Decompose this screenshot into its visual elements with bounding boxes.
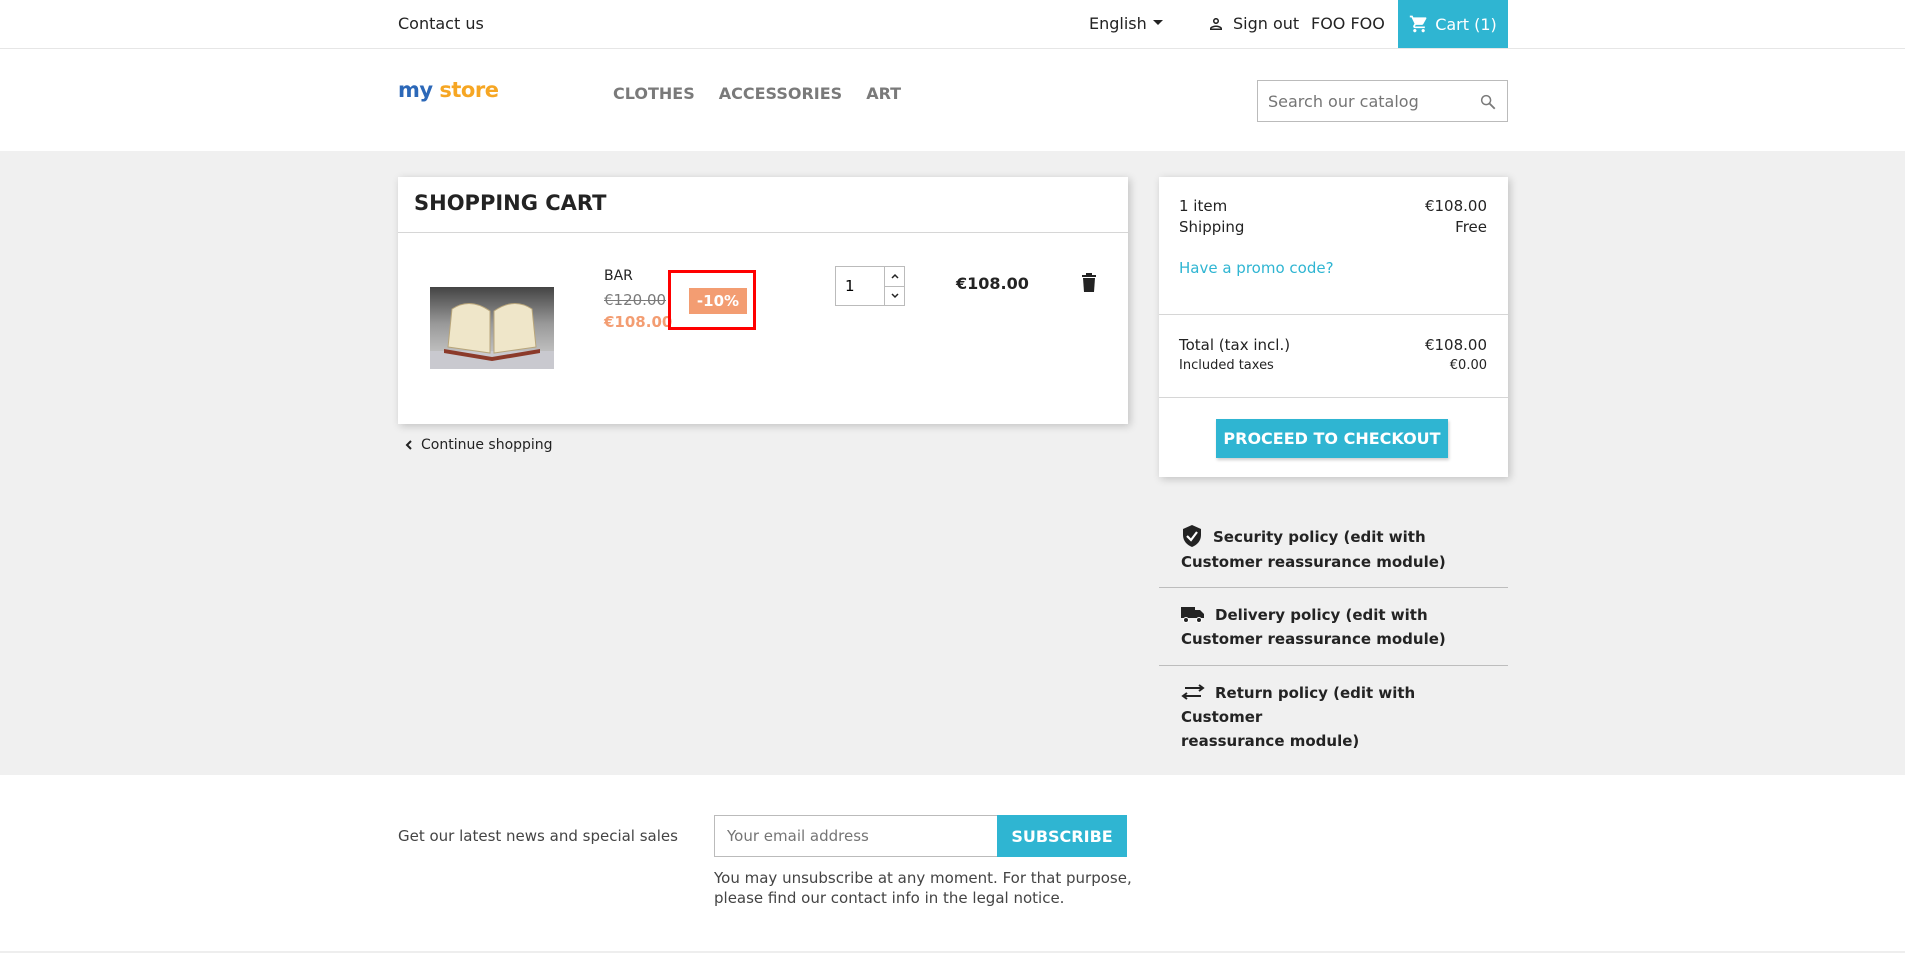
chevron-up-icon [890,274,899,279]
reassurance-divider [1159,587,1508,588]
summary-shipping-label: Shipping [1179,218,1245,236]
reassurance-return: Return policy (edit with Customer reassu… [1159,681,1508,753]
email-field [714,815,998,857]
quantity-down-button[interactable] [885,287,904,306]
summary-total-row: Total (tax incl.) €108.00 [1179,336,1487,354]
summary-items-row: 1 item €108.00 [1179,197,1487,215]
menu-item-accessories[interactable]: ACCESSORIES [719,84,842,103]
line-total: €108.00 [956,274,1029,293]
reassurance-security-line2: Customer reassurance module) [1181,552,1446,571]
continue-shopping-label: Continue shopping [421,437,553,453]
search-box [1257,80,1508,122]
summary-divider [1159,397,1508,398]
swap-arrows-icon [1181,683,1205,700]
language-selector[interactable]: English [1089,14,1163,33]
sign-out-link[interactable]: Sign out [1207,14,1299,33]
reassurance-return-line2: reassurance module) [1181,732,1360,750]
menu-item-clothes[interactable]: CLOTHES [613,84,695,103]
shield-check-icon [1183,524,1201,547]
summary-items-value: €108.00 [1424,197,1487,215]
reassurance-divider [1159,665,1508,666]
cart-panel: SHOPPING CART BAR €120.00 €108.00 -10% €… [398,177,1128,424]
summary-total-label: Total (tax incl.) [1179,336,1291,354]
discount-badge: -10% [689,288,747,314]
summary-divider [1159,314,1508,315]
summary-shipping-row: Shipping Free [1179,218,1487,236]
product-image[interactable] [430,287,554,369]
quantity-stepper [835,266,905,306]
reassurance-delivery-line2: Customer reassurance module) [1181,630,1446,648]
subscribe-button[interactable]: SUBSCRIBE [997,815,1127,857]
menu-item-art[interactable]: ART [866,84,901,103]
cart-title: SHOPPING CART [398,177,1128,233]
cart-label: Cart (1) [1435,14,1497,34]
quantity-arrows [884,267,904,305]
search-icon[interactable] [1479,93,1497,111]
summary-taxes-row: Included taxes €0.00 [1179,358,1487,373]
continue-shopping-link[interactable]: Continue shopping [404,437,553,453]
reassurance-delivery-line1: Delivery policy (edit with [1215,606,1428,624]
sign-out-label: Sign out [1233,14,1300,33]
language-label: English [1089,14,1147,33]
product-sale-price: €108.00 [604,313,673,331]
proceed-to-checkout-button[interactable]: PROCEED TO CHECKOUT [1216,419,1448,458]
cart-summary: 1 item €108.00 Shipping Free Have a prom… [1159,177,1508,477]
chevron-left-icon [405,440,412,450]
search-input[interactable] [1258,81,1458,121]
unsubscribe-line2: please find our contact info in the lega… [714,889,1065,907]
store-logo[interactable]: my store [398,78,499,102]
unsubscribe-line1: You may unsubscribe at any moment. For t… [714,869,1132,887]
unsubscribe-notice: You may unsubscribe at any moment. For t… [714,868,1134,908]
site-header [0,49,1905,151]
account-link[interactable]: FOO FOO [1311,14,1385,33]
main-menu: CLOTHES ACCESSORIES ART [613,84,901,103]
user-icon [1210,17,1222,30]
trash-icon[interactable] [1080,273,1098,293]
reassurance-delivery: Delivery policy (edit with Customer reas… [1159,603,1508,651]
newsletter-text: Get our latest news and special sales [398,827,678,845]
product-name[interactable]: BAR [604,268,633,284]
quantity-input[interactable] [836,267,884,305]
quantity-up-button[interactable] [885,267,904,287]
logo-store: store [439,78,499,102]
logo-my: my [398,78,433,102]
reassurance-security: Security policy (edit with Customer reas… [1159,524,1508,574]
contact-us-link[interactable]: Contact us [398,14,484,33]
chevron-down-icon [890,293,899,298]
summary-taxes-label: Included taxes [1179,358,1274,373]
caret-down-icon [1152,20,1163,25]
summary-taxes-value: €0.00 [1449,358,1487,373]
open-book-image [430,303,554,369]
email-input[interactable] [715,816,997,856]
cart-button[interactable]: Cart (1) [1398,0,1508,48]
reassurance-return-line1: Return policy (edit with Customer [1181,684,1416,726]
summary-shipping-value: Free [1455,218,1487,236]
summary-items-label: 1 item [1179,197,1228,215]
reassurance-security-line1: Security policy (edit with [1213,528,1426,546]
highlight-box: -10% [668,270,756,330]
summary-total-value: €108.00 [1424,336,1487,354]
top-bar [0,0,1905,49]
cart-icon [1410,15,1427,33]
truck-icon [1181,606,1204,623]
footer-divider [0,951,1905,953]
product-regular-price: €120.00 [604,291,667,309]
promo-code-link[interactable]: Have a promo code? [1179,259,1334,277]
